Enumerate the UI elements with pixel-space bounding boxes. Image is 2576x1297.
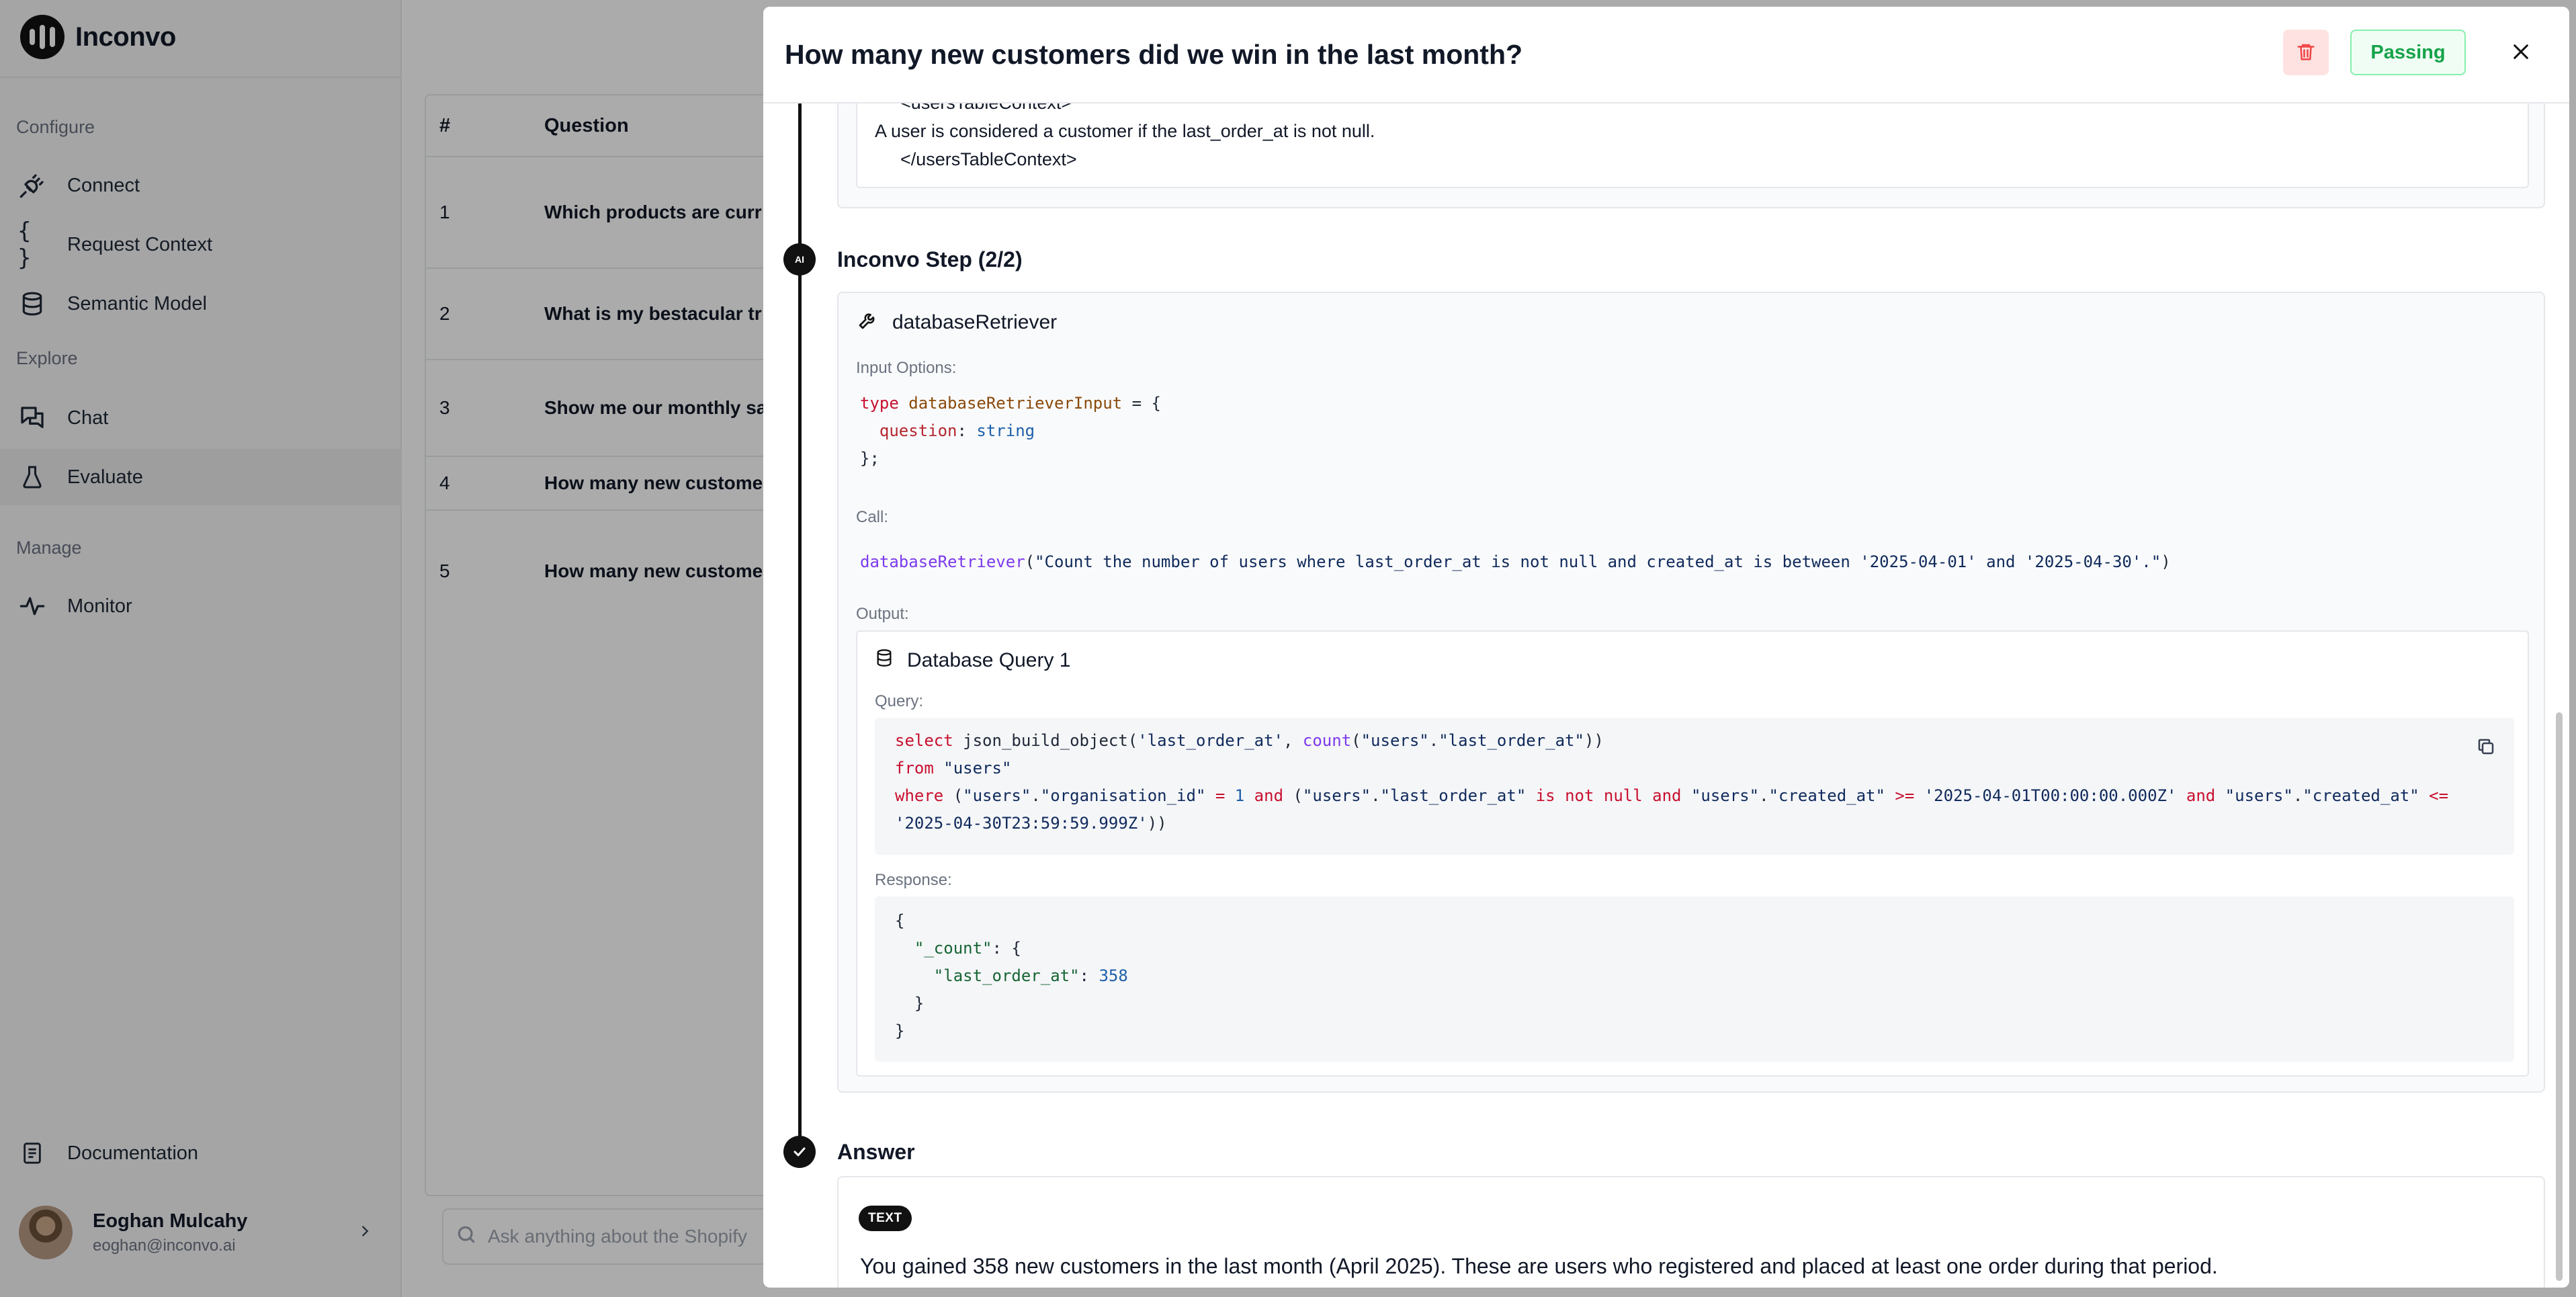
tool-name: databaseRetriever [892,311,1058,333]
call-label: Call: [856,508,889,526]
close-icon [2510,41,2532,65]
response-block: { "_count": { "last_order_at": 358 } } [875,896,2514,1062]
sql-query-code: select json_build_object('last_order_at'… [895,731,2449,833]
query-title: Database Query 1 [907,649,1071,671]
input-options-code: type databaseRetrieverInput = { question… [860,394,1161,468]
answer-card: TEXT You gained 358 new customers in the… [837,1176,2545,1288]
response-label: Response: [875,871,952,889]
query-title-row: Database Query 1 [875,648,1070,673]
context-line: A user is considered a customer if the l… [875,121,1375,141]
request-context-box: <usersTableContext> A user is considered… [837,93,2545,208]
copy-icon [2476,737,2496,759]
query-label: Query: [875,692,924,710]
wrench-icon [857,309,879,336]
copy-query-button[interactable] [2474,735,2498,759]
answer-type-badge: TEXT [859,1206,912,1231]
modal-header: How many new customers did we win in the… [763,7,2569,103]
status-badge: Passing [2350,30,2466,75]
check-icon [783,1136,816,1168]
request-context-content: <usersTableContext> A user is considered… [856,93,2529,188]
call-code: databaseRetriever("Count the number of u… [860,552,2171,571]
database-query-card: Database Query 1 Query: select json_buil… [856,630,2529,1077]
context-line: </usersTableContext> [900,149,1077,169]
database-icon [875,648,894,673]
answer-title: Answer [837,1140,915,1164]
evaluation-detail-modal: How many new customers did we win in the… [763,7,2569,1288]
close-button[interactable] [2506,38,2536,67]
step-title: Inconvo Step (2/2) [837,247,1023,271]
answer-text: You gained 358 new customers in the last… [860,1254,2218,1278]
ai-step-icon: AI [783,243,816,276]
tool-name-row: databaseRetriever [857,309,1057,336]
sql-query-block: select json_build_object('last_order_at'… [875,718,2514,855]
response-code: { "_count": { "last_order_at": 358 } } [895,911,1128,1040]
output-label: Output: [856,605,909,623]
tool-call-card: databaseRetriever Input Options: type da… [837,292,2545,1093]
input-options-label: Input Options: [856,359,957,377]
modal-scrollbar-thumb[interactable] [2556,712,2563,1281]
modal-title: How many new customers did we win in the… [785,39,1523,70]
delete-button[interactable] [2283,30,2329,75]
trash-icon [2296,41,2316,65]
